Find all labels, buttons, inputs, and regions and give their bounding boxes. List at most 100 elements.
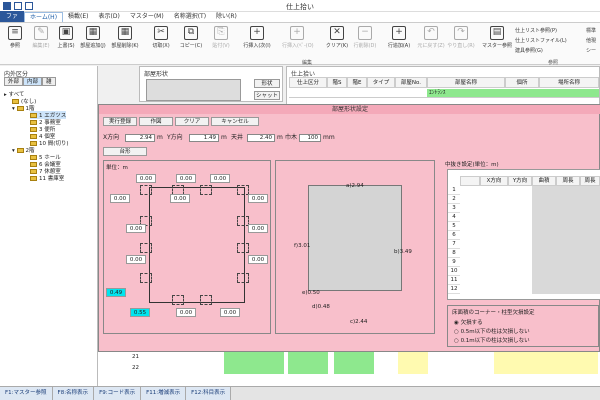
col-header[interactable]: 個所 xyxy=(505,77,539,88)
menu-view[interactable]: 表示(D) xyxy=(94,12,125,22)
col-header[interactable]: Y方向 xyxy=(508,176,532,186)
f9-code-display[interactable]: F9:コード表示 xyxy=(94,387,142,400)
tab-interior[interactable]: 内部 xyxy=(23,77,43,86)
scissors-icon: ✂ xyxy=(154,26,168,40)
menu-master[interactable]: マスター(M) xyxy=(125,12,169,22)
finish-list-file-link[interactable]: 仕上リストファイル(L) xyxy=(515,37,567,44)
menu-home[interactable]: ホーム(H) xyxy=(24,12,64,22)
wall-left-mid-field[interactable]: 0.00 xyxy=(126,224,146,233)
tab-exterior[interactable]: 外部 xyxy=(4,77,24,86)
wall-bottom-left-in-field[interactable]: 0.55 xyxy=(130,308,150,317)
col-header[interactable]: タイプ xyxy=(367,77,395,88)
col-header[interactable]: X方向 xyxy=(480,176,508,186)
add-row-button[interactable]: + 行追加(A) xyxy=(384,26,414,58)
col-header[interactable]: 階S xyxy=(327,77,347,88)
y-dir-field[interactable]: 1.49 xyxy=(189,134,219,142)
table-row[interactable]: ｴﾝﾄﾗﾝｽ xyxy=(289,89,599,98)
wall-right-mid-field[interactable]: 0.00 xyxy=(248,224,268,233)
shape-button[interactable]: 形状 xyxy=(254,79,280,88)
corner-option-1[interactable]: ◉ 欠損する xyxy=(454,318,483,326)
cancel-button[interactable]: キャンセル xyxy=(211,117,259,126)
tab-misc[interactable]: 雑 xyxy=(42,77,56,86)
menu-remove[interactable]: 除い(R) xyxy=(211,12,242,22)
baseboard-field[interactable]: 100 xyxy=(299,134,321,142)
room-name-cell[interactable]: ｴﾝﾄﾗﾝｽ xyxy=(427,89,505,97)
yellow-cell[interactable] xyxy=(494,352,598,374)
wall-right-top-field[interactable]: 0.00 xyxy=(248,194,268,203)
menu-file[interactable]: ファ xyxy=(0,11,25,22)
save-icon: ▣ xyxy=(59,26,73,40)
insert-row-next-button[interactable]: + 行挿入(次(I) xyxy=(242,26,272,58)
delete-room-button[interactable]: ▦ 部屋削除(K) xyxy=(110,26,140,58)
wall-left-bottom-field[interactable]: 0.49 xyxy=(106,288,126,297)
f1-master-ref[interactable]: F1:マスター参照 xyxy=(0,387,53,400)
col-header[interactable]: 周長 xyxy=(580,176,600,186)
clear-button[interactable]: ✕ クリア(K) xyxy=(322,26,352,58)
master-ref-button[interactable]: ▤ マスター参照 xyxy=(482,26,512,58)
menu-name-select[interactable]: 名称選択(T) xyxy=(169,12,211,22)
menu-load[interactable]: 積載(E) xyxy=(63,12,93,22)
insert-row-page-button[interactable]: + 行挿入(ﾍﾟ-(O) xyxy=(282,26,314,58)
row-number: 8 xyxy=(448,249,460,258)
draw-button[interactable]: 作図 xyxy=(139,117,173,126)
yellow-cell[interactable] xyxy=(398,352,428,374)
shutter-button[interactable]: シャット xyxy=(254,91,280,100)
ceiling-unit: m xyxy=(277,134,283,141)
green-cell[interactable] xyxy=(505,89,599,97)
fitting-ref-link[interactable]: 建具参照(G) xyxy=(515,47,543,54)
col-header[interactable]: 曲積 xyxy=(532,176,556,186)
standard-link[interactable]: 標準 xyxy=(586,27,596,34)
delete-row-button[interactable]: − 行削除(D) xyxy=(350,26,380,58)
x-dir-field[interactable]: 2.94 xyxy=(125,134,155,142)
trapezoid-button[interactable]: 台形 xyxy=(103,147,147,156)
sheet-link[interactable]: シー xyxy=(586,47,596,54)
wall-top-right-field[interactable]: 0.00 xyxy=(210,174,230,183)
col-header[interactable]: 場所名称 xyxy=(539,77,599,88)
wall-bottom-right-field[interactable]: 0.00 xyxy=(220,308,240,317)
green-cell[interactable] xyxy=(288,352,328,374)
corner-marker xyxy=(237,273,249,283)
corner-option-2[interactable]: ○ 0.5m以下の柱は欠損しない xyxy=(454,327,530,335)
clear-dialog-button[interactable]: クリア xyxy=(175,117,209,126)
col-header[interactable]: 仕上区分 xyxy=(289,77,327,88)
corner-option-3[interactable]: ○ 0.1m以下の柱は欠損しない xyxy=(454,336,530,344)
dim-d-label: d)0.48 xyxy=(312,304,330,310)
corner-marker xyxy=(200,295,212,305)
f8-name-display[interactable]: F8:名称表示 xyxy=(52,387,95,400)
undo-button[interactable]: ↶ 元に戻す(Z) xyxy=(416,26,446,58)
f11-change-display[interactable]: F11:増減表示 xyxy=(141,387,187,400)
book-icon: ▤ xyxy=(490,26,504,40)
ceiling-field[interactable]: 2.40 xyxy=(247,134,275,142)
wall-bottom-in-field[interactable]: 0.00 xyxy=(176,308,196,317)
wall-left-top-field[interactable]: 0.00 xyxy=(110,194,130,203)
group-ref-label: 参照 xyxy=(548,60,559,66)
tree-item-room[interactable]: 11 書庫室 xyxy=(30,174,64,182)
finish-list-ref-link[interactable]: 仕上リスト参照(P) xyxy=(515,27,557,34)
green-cell[interactable] xyxy=(334,352,374,374)
wall-top-in-field[interactable]: 0.00 xyxy=(176,174,196,183)
f12-subject-display[interactable]: F12:科目表示 xyxy=(186,387,232,400)
other-link[interactable]: 他現 xyxy=(586,37,596,44)
tree-item-room[interactable]: 10 間(切り) xyxy=(30,139,69,147)
add-room-button[interactable]: ▦ 部屋追加(J) xyxy=(78,26,108,58)
corner-marker xyxy=(237,243,249,253)
copy-button[interactable]: ⧉ コピー(C) xyxy=(176,26,206,58)
execute-register-button[interactable]: 実行登録 xyxy=(103,117,137,126)
cut-button[interactable]: ✂ 切取(X) xyxy=(146,26,176,58)
col-header[interactable]: 階E xyxy=(347,77,367,88)
row-number: 12 xyxy=(448,285,460,294)
wall-left-in-field[interactable]: 0.00 xyxy=(170,194,190,203)
wall-top-field[interactable]: 0.00 xyxy=(136,174,156,183)
overwrite-button[interactable]: ▣ 上書(S) xyxy=(51,26,81,58)
col-header[interactable]: 部屋No. xyxy=(395,77,427,88)
redo-button[interactable]: ↷ やり直し(R) xyxy=(446,26,476,58)
green-cell[interactable] xyxy=(224,352,284,374)
wall-right-low-field[interactable]: 0.00 xyxy=(248,255,268,264)
corner-marker xyxy=(140,185,152,195)
wall-left-low-field[interactable]: 0.00 xyxy=(126,255,146,264)
row-number: 4 xyxy=(448,213,460,222)
paste-button[interactable]: ⎘ 貼付(V) xyxy=(206,26,236,58)
col-header[interactable]: 部屋名称 xyxy=(427,77,505,88)
shape-unit-label: 単位：m xyxy=(106,165,128,171)
col-header[interactable]: 周長 xyxy=(556,176,580,186)
